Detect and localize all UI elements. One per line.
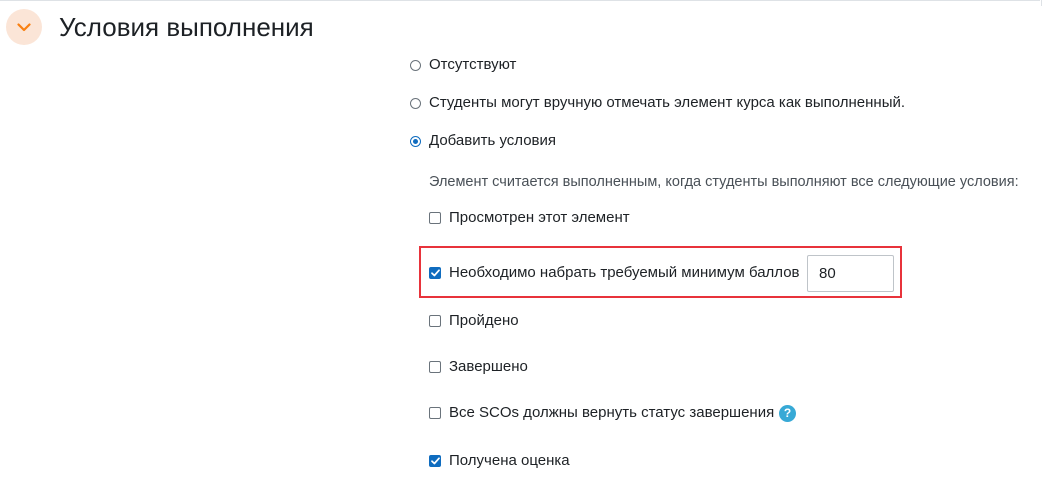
radio-label: Студенты могут вручную отмечать элемент …	[429, 94, 906, 111]
checkbox-label: Просмотрен этот элемент	[449, 209, 630, 226]
section-top-divider	[0, 0, 1040, 1]
chevron-down-icon	[17, 22, 31, 31]
collapse-toggle-button[interactable]	[6, 9, 42, 45]
radio-button[interactable]	[410, 97, 421, 109]
checkbox-checked[interactable]	[429, 267, 441, 279]
condition-graded[interactable]: Получена оценка	[429, 451, 570, 471]
checkbox[interactable]	[429, 361, 441, 373]
checkbox-label: Все SCOs должны вернуть статус завершени…	[449, 404, 775, 421]
checkbox-label: Необходимо набрать требуемый минимум бал…	[449, 264, 800, 281]
checkbox[interactable]	[429, 407, 441, 419]
condition-min-score[interactable]: Необходимо набрать требуемый минимум бал…	[429, 263, 800, 283]
checkmark-icon	[430, 269, 440, 277]
checkbox[interactable]	[429, 212, 441, 224]
section-right-divider	[1041, 0, 1042, 6]
checkbox[interactable]	[429, 315, 441, 327]
radio-button-selected[interactable]	[410, 135, 421, 147]
radio-option-none[interactable]: Отсутствуют	[410, 55, 516, 75]
radio-button[interactable]	[410, 59, 421, 71]
radio-label: Добавить условия	[429, 132, 557, 149]
min-score-input[interactable]	[807, 255, 894, 292]
checkbox-checked[interactable]	[429, 455, 441, 467]
radio-label: Отсутствуют	[429, 56, 517, 73]
conditions-description: Элемент считается выполненным, когда сту…	[429, 174, 1019, 190]
condition-viewed[interactable]: Просмотрен этот элемент	[429, 208, 630, 228]
checkbox-label: Получена оценка	[449, 452, 570, 469]
condition-all-scos[interactable]: Все SCOs должны вернуть статус завершени…	[429, 403, 774, 423]
section-title: Условия выполнения	[59, 12, 314, 42]
checkbox-label: Пройдено	[449, 312, 519, 329]
condition-completed[interactable]: Завершено	[429, 357, 528, 377]
condition-passed[interactable]: Пройдено	[429, 311, 519, 331]
checkmark-icon	[430, 457, 440, 465]
question-circle-icon[interactable]: ?	[779, 405, 796, 422]
radio-option-manual[interactable]: Студенты могут вручную отмечать элемент …	[410, 93, 905, 113]
checkbox-label: Завершено	[449, 358, 528, 375]
radio-option-add-conditions[interactable]: Добавить условия	[410, 131, 556, 151]
completion-conditions-page: Условия выполнения Отсутствуют Студенты …	[0, 0, 1052, 482]
